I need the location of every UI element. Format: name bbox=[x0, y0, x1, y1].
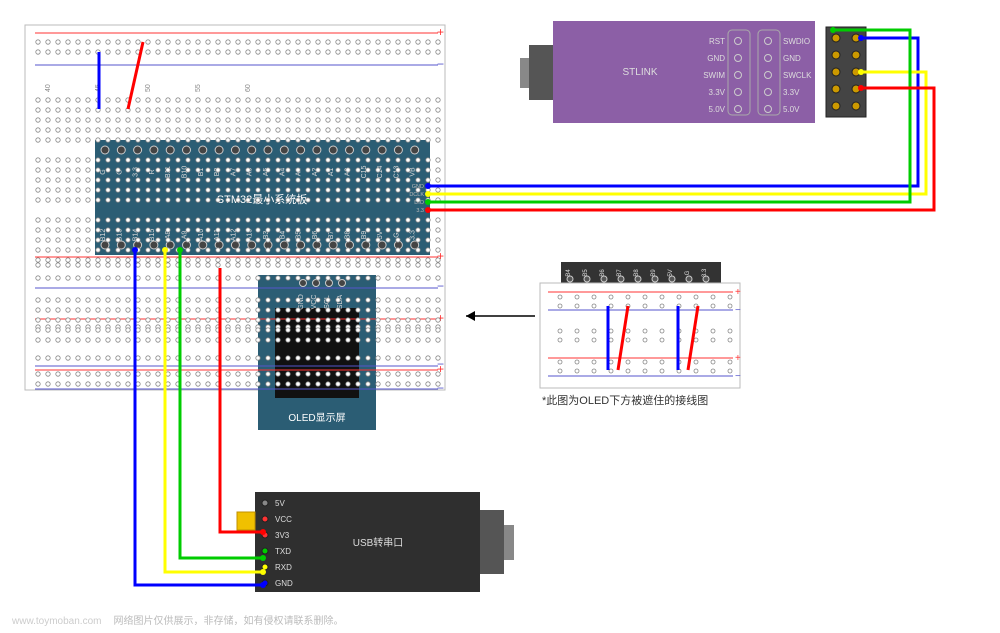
svg-text:B8: B8 bbox=[634, 269, 640, 277]
svg-text:3.3: 3.3 bbox=[410, 230, 417, 240]
svg-text:DCLK: DCLK bbox=[409, 192, 424, 198]
svg-text:VB: VB bbox=[410, 167, 417, 177]
svg-text:+: + bbox=[735, 287, 741, 298]
svg-text:3.3V: 3.3V bbox=[709, 88, 726, 97]
svg-text:3.3: 3.3 bbox=[416, 208, 424, 214]
svg-text:*此图为OLED下方被遮住的接线图: *此图为OLED下方被遮住的接线图 bbox=[542, 393, 708, 407]
svg-text:SWIM: SWIM bbox=[703, 71, 725, 80]
diagram-canvas: + − 40 45 50 55 60 STM32最小系统板 GG3.3RB11B… bbox=[0, 0, 1000, 633]
svg-text:B9: B9 bbox=[651, 269, 657, 277]
svg-text:OLED显示屏: OLED显示屏 bbox=[288, 412, 345, 424]
stlink-board bbox=[553, 21, 815, 123]
svg-text:VCC: VCC bbox=[275, 515, 292, 524]
svg-text:5.0V: 5.0V bbox=[783, 105, 800, 114]
svg-text:−: − bbox=[735, 305, 741, 316]
svg-text:5V: 5V bbox=[668, 269, 674, 276]
svg-text:GND: GND bbox=[783, 54, 801, 63]
svg-text:+: + bbox=[437, 25, 444, 39]
svg-text:B7: B7 bbox=[617, 269, 623, 277]
svg-text:40: 40 bbox=[45, 84, 52, 92]
svg-text:−: − bbox=[437, 57, 444, 71]
svg-text:B4: B4 bbox=[566, 269, 572, 277]
svg-text:SWCLK: SWCLK bbox=[783, 71, 812, 80]
svg-text:50: 50 bbox=[145, 84, 152, 92]
svg-text:55: 55 bbox=[195, 84, 202, 92]
svg-text:G: G bbox=[393, 232, 400, 237]
svg-text:−: − bbox=[437, 279, 444, 293]
svg-text:SWDIO: SWDIO bbox=[783, 37, 810, 46]
svg-text:−: − bbox=[437, 381, 444, 395]
footer-note: www.toymoban.com网络图片仅供展示，非存储，如有侵权请联系删除。 bbox=[12, 612, 343, 627]
svg-text:3.3V: 3.3V bbox=[783, 88, 800, 97]
svg-text:TXD: TXD bbox=[275, 547, 291, 556]
svg-text:3V3: 3V3 bbox=[275, 531, 290, 540]
svg-text:GND: GND bbox=[707, 54, 725, 63]
svg-text:5V: 5V bbox=[275, 499, 285, 508]
svg-text:RXD: RXD bbox=[275, 563, 292, 572]
svg-text:5.0V: 5.0V bbox=[709, 105, 726, 114]
svg-text:B6: B6 bbox=[600, 269, 606, 277]
svg-text:B4: B4 bbox=[279, 231, 286, 240]
svg-text:GND: GND bbox=[275, 579, 293, 588]
svg-text:−: − bbox=[735, 371, 741, 382]
svg-text:60: 60 bbox=[245, 84, 252, 92]
svg-text:RST: RST bbox=[709, 37, 725, 46]
svg-text:+: + bbox=[735, 353, 741, 364]
svg-text:3.3: 3.3 bbox=[702, 268, 708, 277]
svg-text:G: G bbox=[685, 270, 691, 275]
svg-text:USB转串口: USB转串口 bbox=[353, 536, 404, 549]
svg-text:+: + bbox=[437, 362, 444, 376]
svg-text:STLINK: STLINK bbox=[622, 67, 657, 78]
svg-text:B5: B5 bbox=[583, 269, 589, 277]
